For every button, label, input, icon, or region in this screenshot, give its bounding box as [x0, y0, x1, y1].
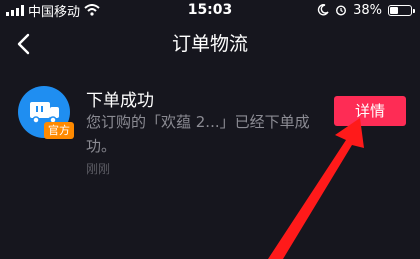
official-badge: 官方: [44, 122, 74, 139]
status-right: 38%: [317, 0, 415, 20]
message-item[interactable]: 官方 下单成功 您订购的「欢蕴 2...」已经下单成功。 刚刚 详情: [0, 74, 420, 184]
detail-button[interactable]: 详情: [334, 96, 406, 126]
status-bar: 中国移动 15:03 38%: [0, 0, 420, 20]
alarm-icon: [336, 5, 347, 16]
message-body: 您订购的「欢蕴 2...」已经下单成功。: [86, 113, 310, 155]
message-title: 下单成功: [86, 91, 154, 111]
battery-icon: [388, 4, 415, 16]
moon-icon: [317, 4, 329, 16]
page-title: 订单物流: [171, 33, 248, 55]
nav-bar: 订单物流: [0, 20, 420, 68]
battery-fill: [390, 6, 398, 14]
message-time: 刚刚: [86, 162, 111, 176]
battery-percent: 38%: [353, 2, 382, 18]
